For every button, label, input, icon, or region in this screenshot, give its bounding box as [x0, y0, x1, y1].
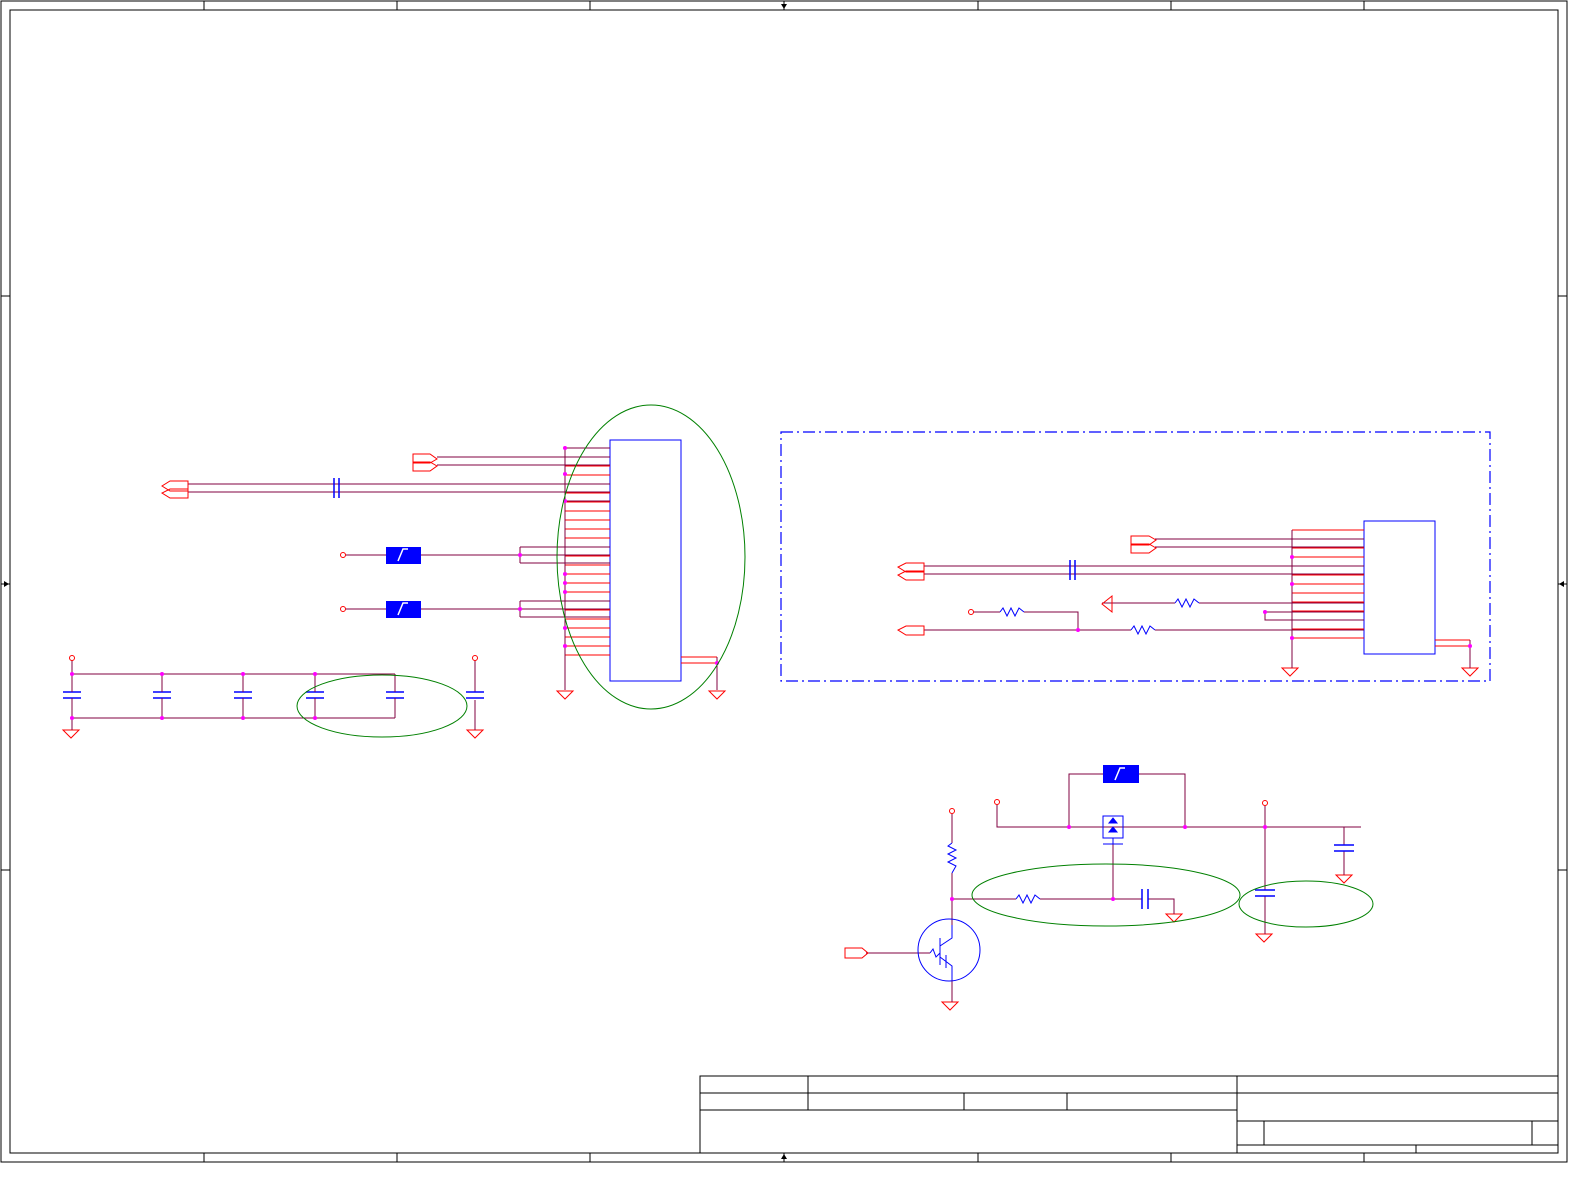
ferrite-bead-icon	[386, 547, 421, 618]
junction-dot	[313, 672, 317, 676]
capacitor-icon	[386, 691, 404, 699]
connector-body-sub	[1363, 520, 1436, 655]
junction-dot	[518, 553, 522, 557]
nets-main	[188, 447, 610, 618]
highlight-ellipse-decaps	[296, 674, 468, 738]
junction-dot	[1076, 628, 1080, 632]
resistor-icon	[1015, 893, 1041, 905]
junction-dot	[950, 897, 954, 901]
junction-dot	[563, 446, 567, 450]
junction-dot	[1183, 825, 1187, 829]
dashed-region-box	[780, 431, 1491, 682]
junction-dot	[518, 607, 522, 611]
capacitor-icon	[153, 691, 171, 699]
schematic-sheet	[0, 0, 1589, 1180]
power-circle-icon	[340, 552, 346, 612]
junction-dot	[563, 626, 567, 630]
junction-dot	[563, 572, 567, 576]
junction-dot	[563, 590, 567, 594]
capacitor-icon	[63, 691, 81, 699]
ground-triangle-icon	[61, 667, 1480, 1011]
mosfet-icon	[1102, 815, 1124, 845]
pentagon-port-icon	[896, 535, 1157, 636]
junction-dot	[1263, 610, 1267, 614]
junction-dot	[313, 716, 317, 720]
frame-center-arrows	[4, 4, 1564, 1159]
junction-dot	[160, 716, 164, 720]
connector-main-right-pins	[681, 656, 717, 664]
power-circle-icon	[69, 655, 478, 661]
highlight-ellipse-cap	[1238, 880, 1374, 928]
power-circle-icon	[968, 609, 974, 615]
junction-dot	[563, 472, 567, 476]
capacitor-icon	[306, 691, 324, 699]
connector-pins-sub	[1292, 529, 1364, 639]
junction-dot	[241, 716, 245, 720]
pentagon-port-icon	[160, 453, 438, 499]
junction-dot	[1263, 825, 1267, 829]
connector-body-main	[609, 439, 682, 682]
sheet-frame	[0, 0, 1568, 1163]
main-connector	[564, 439, 718, 690]
capacitor-icon	[466, 691, 484, 699]
resistor-icon	[999, 597, 1200, 636]
resistor-icon	[946, 842, 958, 874]
junction-dot	[1290, 555, 1294, 559]
junction-dot	[1111, 897, 1115, 901]
junction-dot	[1290, 582, 1294, 586]
junction-dot	[563, 644, 567, 648]
junction-dot	[70, 672, 74, 676]
highlight-annotations	[296, 404, 1374, 928]
npn-digital-transistor-icon	[917, 918, 981, 982]
junction-dot	[563, 581, 567, 585]
junction-dot	[70, 716, 74, 720]
title-block	[699, 1075, 1559, 1154]
junction-dot	[241, 672, 245, 676]
junction-dot	[160, 672, 164, 676]
junction-dot	[1468, 644, 1472, 648]
capacitor-icon	[234, 691, 252, 699]
capacitor-icon	[333, 478, 340, 498]
power-switch-circuit	[844, 765, 1361, 1002]
decoupling-cap-list	[63, 674, 484, 718]
sub-connector	[1291, 520, 1471, 668]
junction-dot	[1290, 636, 1294, 640]
capacitor-icon	[1069, 560, 1076, 580]
decoupling-caps	[63, 655, 484, 730]
junction-dot	[1067, 825, 1071, 829]
pentagon-port-icon	[844, 947, 869, 959]
connector-pins-main	[565, 447, 610, 656]
highlight-ellipse-rc	[971, 863, 1241, 927]
